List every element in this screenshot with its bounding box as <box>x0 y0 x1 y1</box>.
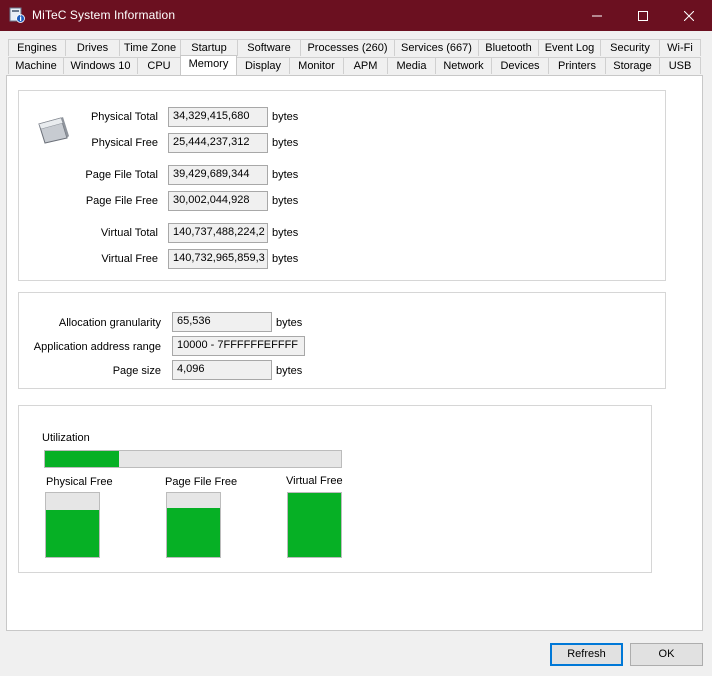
physical-free-gauge-label: Physical Free <box>46 476 113 488</box>
tab-printers[interactable]: Printers <box>548 57 606 74</box>
system-info-group: Allocation granularity 65,536 bytes Appl… <box>18 292 666 389</box>
tab-time-zone[interactable]: Time Zone <box>119 39 181 56</box>
tab-devices[interactable]: Devices <box>491 57 549 74</box>
utilization-progress-bar <box>44 450 342 468</box>
tab-network[interactable]: Network <box>435 57 492 74</box>
window-title: MiTeC System Information <box>32 8 176 22</box>
refresh-button[interactable]: Refresh <box>550 643 623 666</box>
maximize-button[interactable] <box>620 0 666 31</box>
utilization-label: Utilization <box>42 432 90 444</box>
physical-total-field[interactable]: 34,329,415,680 <box>168 107 268 127</box>
close-button[interactable] <box>666 0 712 31</box>
tab-windows-10[interactable]: Windows 10 <box>63 57 138 74</box>
page-file-free-gauge-fill <box>167 508 220 557</box>
page-size-unit: bytes <box>276 365 303 377</box>
page-file-free-gauge <box>166 492 221 558</box>
minimize-button[interactable] <box>574 0 620 31</box>
tab-content-panel: Physical Total 34,329,415,680 bytes Phys… <box>6 75 703 631</box>
tab-startup[interactable]: Startup <box>180 39 238 56</box>
allocation-granularity-unit: bytes <box>276 317 303 329</box>
tab-display[interactable]: Display <box>236 57 290 74</box>
page-file-free-gauge-label: Page File Free <box>165 476 238 488</box>
tab-engines[interactable]: Engines <box>8 39 66 56</box>
physical-free-label: Physical Free <box>91 137 158 149</box>
tab-cpu[interactable]: CPU <box>137 57 181 74</box>
app-icon <box>9 7 25 23</box>
virtual-free-unit: bytes <box>272 253 299 265</box>
tab-usb[interactable]: USB <box>659 57 701 74</box>
virtual-free-label: Virtual Free <box>101 253 158 265</box>
tab-security[interactable]: Security <box>600 39 660 56</box>
ok-button[interactable]: OK <box>630 643 703 666</box>
page-file-free-unit: bytes <box>272 195 299 207</box>
virtual-free-gauge-fill <box>288 493 341 557</box>
physical-free-gauge <box>45 492 100 558</box>
utilization-group: Utilization Physical Free Page File Free… <box>18 405 652 573</box>
tab-processes[interactable]: Processes (260) <box>300 39 395 56</box>
page-size-label: Page size <box>112 365 161 377</box>
minimize-icon <box>592 15 602 16</box>
physical-free-gauge-fill <box>46 509 99 557</box>
page-file-total-label: Page File Total <box>85 169 158 181</box>
allocation-granularity-label: Allocation granularity <box>58 317 161 329</box>
virtual-total-label: Virtual Total <box>100 227 158 239</box>
physical-free-field[interactable]: 25,444,237,312 <box>168 133 268 153</box>
tab-memory[interactable]: Memory <box>180 55 237 75</box>
utilization-progress-fill <box>45 451 119 467</box>
tab-apm[interactable]: APM <box>343 57 388 74</box>
virtual-total-field[interactable]: 140,737,488,224,2 <box>168 223 268 243</box>
physical-total-unit: bytes <box>272 111 299 123</box>
address-range-label: Application address range <box>33 341 161 353</box>
page-file-total-unit: bytes <box>272 169 299 181</box>
tab-machine[interactable]: Machine <box>8 57 64 74</box>
virtual-free-gauge <box>287 492 342 558</box>
virtual-total-unit: bytes <box>272 227 299 239</box>
physical-total-label: Physical Total <box>90 111 158 123</box>
tab-media[interactable]: Media <box>387 57 436 74</box>
tab-event-log[interactable]: Event Log <box>538 39 601 56</box>
maximize-icon <box>638 10 648 21</box>
page-file-free-label: Page File Free <box>85 195 158 207</box>
allocation-granularity-field[interactable]: 65,536 <box>172 312 272 332</box>
page-size-field[interactable]: 4,096 <box>172 360 272 380</box>
page-file-total-field[interactable]: 39,429,689,344 <box>168 165 268 185</box>
tab-wifi[interactable]: Wi-Fi <box>659 39 701 56</box>
tab-software[interactable]: Software <box>237 39 301 56</box>
tab-monitor[interactable]: Monitor <box>289 57 344 74</box>
page-file-free-field[interactable]: 30,002,044,928 <box>168 191 268 211</box>
memory-group: Physical Total 34,329,415,680 bytes Phys… <box>18 90 666 281</box>
virtual-free-field[interactable]: 140,732,965,859,3 <box>168 249 268 269</box>
physical-free-unit: bytes <box>272 137 299 149</box>
close-icon <box>684 10 694 21</box>
address-range-field[interactable]: 10000 - 7FFFFFFEFFFF <box>172 336 305 356</box>
title-bar: MiTeC System Information <box>0 0 712 31</box>
tab-bluetooth[interactable]: Bluetooth <box>478 39 539 56</box>
tab-drives[interactable]: Drives <box>65 39 120 56</box>
tab-storage[interactable]: Storage <box>605 57 660 74</box>
virtual-free-gauge-label: Virtual Free <box>286 475 343 487</box>
tab-services[interactable]: Services (667) <box>394 39 479 56</box>
